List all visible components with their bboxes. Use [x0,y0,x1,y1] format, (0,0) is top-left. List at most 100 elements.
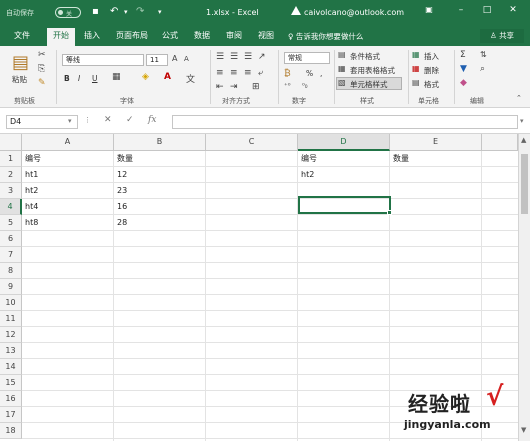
row-header[interactable]: 12 [0,327,22,343]
number-format-select[interactable]: 常规 [284,52,330,64]
align-center-icon[interactable]: ≡ [230,68,238,78]
row-header[interactable]: 3 [0,183,22,199]
name-box-dropdown-icon[interactable]: ▾ [68,117,72,125]
format-as-table-button[interactable]: 套用表格格式 [350,65,395,76]
format-painter-icon[interactable]: ✎ [38,78,46,88]
minimize-button[interactable]: – [452,5,470,19]
row-header[interactable]: 15 [0,375,22,391]
increase-indent-icon[interactable]: ⇥ [230,82,238,92]
share-button[interactable]: ♙ 共享 [480,29,524,43]
find-select-icon[interactable]: ⌕ [480,64,485,74]
fill-color-icon[interactable]: ◈ [142,72,149,82]
conditional-format-button[interactable]: 条件格式 [350,51,380,62]
restore-button[interactable]: □ [478,5,496,19]
align-left-icon[interactable]: ≡ [216,68,224,78]
align-right-icon[interactable]: ≡ [244,68,252,78]
font-name-select[interactable]: 等线 [62,54,144,66]
fill-icon[interactable]: ▼ [460,64,467,74]
row-header[interactable]: 17 [0,407,22,423]
row-header[interactable]: 1 [0,151,22,167]
formula-input[interactable] [172,115,518,129]
tab-formulas[interactable]: 公式 [162,30,178,41]
fill-handle[interactable] [387,210,392,215]
row-header[interactable]: 6 [0,231,22,247]
save-icon[interactable]: ▪ [92,6,99,17]
orientation-icon[interactable]: ↗ [258,52,266,62]
row-header[interactable]: 4 [0,199,22,215]
align-middle-icon[interactable]: ☰ [230,52,238,62]
vertical-scrollbar[interactable]: ▲ ▼ [518,134,530,441]
enter-icon[interactable]: ✓ [126,115,134,125]
cell-b2[interactable]: 12 [114,167,127,183]
cell-e1[interactable]: 数量 [390,151,409,167]
scroll-down-icon[interactable]: ▼ [521,426,526,434]
row-header[interactable]: 16 [0,391,22,407]
autosum-icon[interactable]: Σ [460,50,466,60]
phonetic-icon[interactable]: 文 [186,72,195,85]
comma-button[interactable]: , [320,69,322,78]
tell-me-box[interactable]: ♀ 告诉我你想要做什么 [288,31,363,42]
undo-icon[interactable]: ↶ [110,6,118,17]
cut-icon[interactable]: ✂ [38,50,46,60]
insert-function-icon[interactable]: fx [148,115,156,125]
cell-a3[interactable]: ht2 [22,183,38,199]
cancel-icon[interactable]: ✕ [104,115,112,125]
scroll-thumb[interactable] [521,154,528,214]
row-header[interactable]: 7 [0,247,22,263]
percent-button[interactable]: % [306,69,313,78]
decrease-font-icon[interactable]: A [184,55,189,63]
row-header[interactable]: 2 [0,167,22,183]
cell-b5[interactable]: 28 [114,215,127,231]
font-size-select[interactable]: 11 [146,54,168,66]
cell-b4[interactable]: 16 [114,199,127,215]
row-header[interactable]: 11 [0,311,22,327]
increase-font-icon[interactable]: A [172,54,177,63]
font-color-icon[interactable]: A [164,72,171,82]
borders-icon[interactable]: ▦ [112,72,121,82]
cell-b1[interactable]: 数量 [114,151,133,167]
scroll-up-icon[interactable]: ▲ [521,136,526,144]
column-header-c[interactable]: C [206,134,298,151]
clear-icon[interactable]: ◆ [460,78,467,88]
select-all-corner[interactable] [0,134,22,151]
tab-file[interactable]: 文件 [14,30,30,41]
customize-qat-icon[interactable]: ▾ [158,8,162,16]
paste-label[interactable]: 粘贴 [12,74,27,85]
bold-button[interactable]: B [64,74,70,83]
tab-review[interactable]: 审阅 [226,30,242,41]
align-bottom-icon[interactable]: ☰ [244,52,252,62]
row-header[interactable]: 9 [0,279,22,295]
column-header-b[interactable]: B [114,134,206,151]
tab-view[interactable]: 视图 [258,30,274,41]
row-header[interactable]: 10 [0,295,22,311]
cell-styles-button[interactable]: 单元格样式 [350,79,388,90]
wrap-text-icon[interactable]: ⤶ [258,68,263,78]
redo-icon[interactable]: ↷ [136,6,144,17]
undo-dropdown-icon[interactable]: ▾ [124,8,128,16]
delete-cells-button[interactable]: 删除 [424,65,439,76]
ribbon-display-icon[interactable]: ▣ [420,5,438,19]
sort-filter-icon[interactable]: ⇅ [480,50,487,59]
active-cell-d4[interactable] [298,196,391,214]
column-header-a[interactable]: A [22,134,114,151]
underline-button[interactable]: U [92,74,98,83]
insert-cells-button[interactable]: 插入 [424,51,439,62]
cell-b3[interactable]: 23 [114,183,127,199]
expand-formula-icon[interactable]: ▾ [520,117,524,125]
tab-home[interactable]: 开始 [47,28,75,46]
decrease-indent-icon[interactable]: ⇤ [216,82,224,92]
row-header[interactable]: 18 [0,423,22,439]
decrease-decimal-icon[interactable]: ⁰₀ [302,82,308,90]
autosave-toggle[interactable]: 关 [55,7,81,18]
row-header[interactable]: 14 [0,359,22,375]
tab-page-layout[interactable]: 页面布局 [116,30,148,41]
format-cells-button[interactable]: 格式 [424,79,439,90]
cell-a4[interactable]: ht4 [22,199,38,215]
tab-data[interactable]: 数据 [194,30,210,41]
tab-insert[interactable]: 插入 [84,30,100,41]
account-email[interactable]: caivolcano@outlook.com [304,8,404,17]
close-button[interactable]: ✕ [504,5,522,19]
cell-d1[interactable]: 编号 [298,151,317,167]
accounting-format-icon[interactable]: ₿ [284,68,291,79]
column-header-e[interactable]: E [390,134,482,151]
